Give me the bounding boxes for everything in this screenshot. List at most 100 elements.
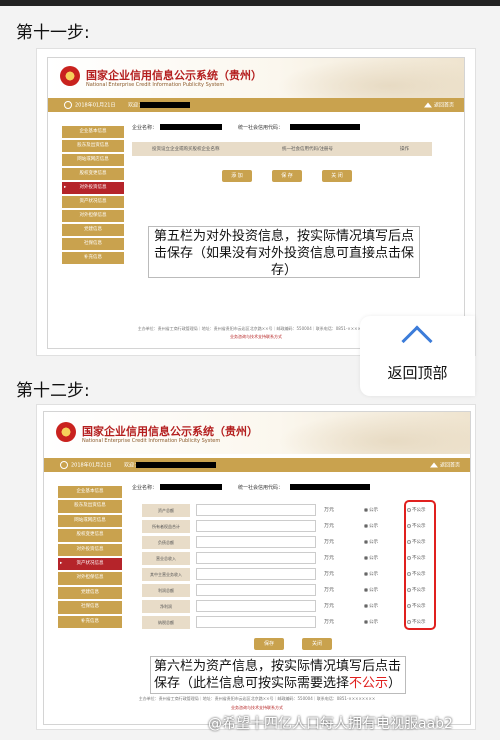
mountain-decoration (276, 58, 464, 98)
annotation-line-2-prefix: 保存（此栏信息可按实际需要选择 (154, 676, 350, 691)
radio-public[interactable]: 公示 (364, 504, 378, 517)
form-field-input[interactable] (196, 616, 316, 628)
back-to-top-label: 返回顶部 (387, 364, 448, 382)
menu-item[interactable]: 企业基本信息 (62, 126, 124, 138)
menu-item[interactable]: 对外投资信息 (62, 182, 124, 194)
site-title-cn: 国家企业信用信息公示系统（贵州） (86, 69, 262, 82)
site-title-cn: 国家企业信用信息公示系统（贵州） (82, 425, 258, 438)
redacted-credit-code (290, 484, 370, 490)
step-12-app-window: 国家企业信用信息公示系统（贵州） National Enterprise Cre… (43, 411, 471, 725)
menu-item[interactable]: 企业基本信息 (58, 486, 122, 499)
radio-public[interactable]: 公示 (364, 600, 378, 613)
menu-item[interactable]: 股东及出资信息 (62, 140, 124, 152)
form-row: 净利润 万元 公示 不公示 (142, 600, 426, 613)
radio-public[interactable]: 公示 (364, 568, 378, 581)
radio-public[interactable]: 公示 (364, 552, 378, 565)
menu-item[interactable]: 股东及出资信息 (58, 500, 122, 513)
form-field-label: 营业总收入 (142, 552, 190, 565)
close-button[interactable]: 关闭 (302, 638, 332, 650)
site-title-en: National Enterprise Credit Information P… (86, 82, 225, 88)
menu-item[interactable]: 网站或网店信息 (62, 154, 124, 166)
step-11-annotation: 第五栏为对外投资信息，按实际情况填写后点击保存（如果没有对外投资信息可直接点击保… (148, 226, 420, 278)
menu-item[interactable]: 对外投资信息 (58, 543, 122, 556)
form-field-unit: 万元 (324, 539, 335, 545)
form-field-unit: 万元 (324, 587, 335, 593)
form-row: 所有者权益合计 万元 公示 不公示 (142, 520, 426, 533)
form-field-input[interactable] (196, 504, 316, 516)
menu-item[interactable]: 补充信息 (58, 615, 122, 628)
highlight-not-public-column (404, 500, 436, 630)
national-emblem-icon (60, 66, 80, 86)
form-row: 利润总额 万元 公示 不公示 (142, 584, 426, 597)
company-name-label: 企业名称： (132, 125, 158, 131)
return-home-link[interactable]: 返回首页 (429, 462, 460, 469)
home-icon (429, 462, 438, 468)
form-field-unit: 万元 (324, 507, 335, 513)
date-display: 2018年01月21日 (64, 101, 115, 109)
radio-dot-icon (364, 603, 368, 608)
radio-public[interactable]: 公示 (364, 616, 378, 629)
annotation-line-1: 第六栏为资产信息，按实际情况填写后点击 (154, 659, 402, 674)
return-home-link[interactable]: 返回首页 (423, 102, 454, 109)
watermark: @希望十四亿人口每人拥有电视服aab2 (208, 716, 453, 732)
radio-public-label: 公示 (369, 524, 378, 529)
home-icon (423, 102, 432, 108)
menu-item[interactable]: 股权变更信息 (58, 529, 122, 542)
form-field-input[interactable] (196, 520, 316, 532)
menu-item[interactable]: 社保信息 (62, 238, 124, 250)
form-field-unit: 万元 (324, 555, 335, 561)
radio-public[interactable]: 公示 (364, 520, 378, 533)
national-emblem-icon (56, 422, 76, 442)
menu-item[interactable]: 补充信息 (62, 252, 124, 264)
return-home-label: 返回首页 (433, 102, 454, 109)
menu-item[interactable]: 社保信息 (58, 601, 122, 614)
form-field-label: 所有者权益合计 (142, 520, 190, 533)
back-to-top-button[interactable]: 返回顶部 (360, 316, 475, 396)
site-header: 国家企业信用信息公示系统（贵州） National Enterprise Cre… (48, 58, 464, 98)
form-row: 其中主营业务收入 万元 公示 不公示 (142, 568, 426, 581)
radio-dot-icon (364, 507, 368, 512)
form-field-unit: 万元 (324, 571, 335, 577)
form-field-input[interactable] (196, 584, 316, 596)
radio-public-label: 公示 (369, 540, 378, 545)
radio-dot-icon (364, 523, 368, 528)
radio-public[interactable]: 公示 (364, 536, 378, 549)
table-header-company: 投资设立企业或购买股权企业名称 (152, 147, 220, 152)
step-12-title: 第十二步: (16, 381, 90, 401)
form-field-input[interactable] (196, 600, 316, 612)
footer-support-link[interactable]: 业务咨询与技术支持联系方式 (44, 705, 470, 711)
radio-dot-icon (364, 539, 368, 544)
table-header-action: 操作 (400, 147, 409, 152)
form-field-input[interactable] (196, 536, 316, 548)
menu-item[interactable]: 党建信息 (58, 586, 122, 600)
annotation-line-2-suffix: ） (388, 676, 402, 691)
form-field-input[interactable] (196, 568, 316, 580)
menu-item[interactable]: 股权变更信息 (62, 168, 124, 180)
menu-item[interactable]: 资产状况信息 (62, 196, 124, 208)
form-field-label: 净利润 (142, 600, 190, 613)
menu-item[interactable]: 网站或网店信息 (58, 514, 122, 528)
radio-public[interactable]: 公示 (364, 584, 378, 597)
save-button[interactable]: 保存 (254, 638, 284, 650)
credit-code-label: 统一社会信用代码： (238, 125, 284, 131)
form-field-label: 负债总额 (142, 536, 190, 549)
form-row: 营业总收入 万元 公示 不公示 (142, 552, 426, 565)
menu-item[interactable]: 对外担保信息 (58, 572, 122, 585)
annotation-highlight: 不公示 (349, 676, 389, 691)
step-11-screenshot: 国家企业信用信息公示系统（贵州） National Enterprise Cre… (36, 48, 476, 356)
redacted-user (140, 102, 190, 108)
form-field-input[interactable] (196, 552, 316, 564)
site-title-en: National Enterprise Credit Information P… (82, 438, 221, 444)
nav-bar: 2018年01月21日 欢迎： 返回首页 (48, 98, 464, 112)
table-header-code: 统一社会信用代码/注册号 (282, 147, 334, 152)
add-button[interactable]: 添 加 (222, 170, 252, 182)
menu-item[interactable]: 对外担保信息 (62, 210, 124, 222)
close-button[interactable]: 关 闭 (322, 170, 352, 182)
save-button[interactable]: 保 存 (272, 170, 302, 182)
form-field-unit: 万元 (324, 603, 335, 609)
radio-dot-icon (364, 555, 368, 560)
menu-item[interactable]: 党建信息 (62, 224, 124, 236)
radio-dot-icon (364, 619, 368, 624)
redacted-credit-code (290, 124, 360, 130)
menu-item[interactable]: 资产状况信息 (58, 558, 122, 571)
